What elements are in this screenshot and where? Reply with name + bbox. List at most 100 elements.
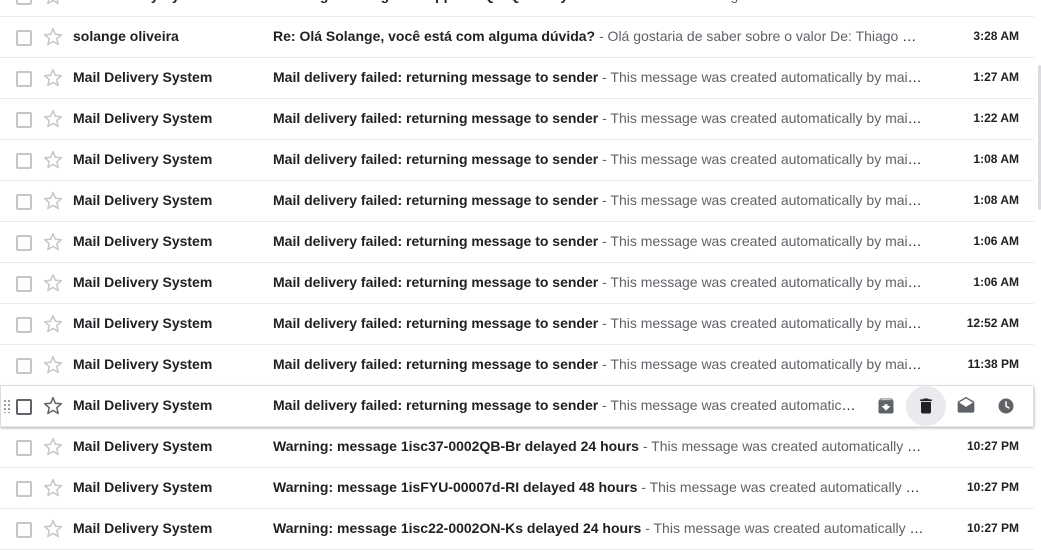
message-preview: Warning: message 1isc22-0002ON-Ks delaye… [273, 520, 924, 536]
message-snippet: - This message was created automatically… [602, 397, 859, 413]
message-time: 1:08 AM [973, 152, 1019, 166]
message-subject: Mail delivery failed: returning message … [273, 151, 599, 167]
message-row[interactable]: Mail Delivery System Warning: message 1i… [0, 509, 1034, 550]
message-row[interactable]: Mail Delivery System Mail delivery faile… [0, 58, 1034, 99]
select-checkbox[interactable] [16, 235, 32, 251]
message-subject: Re: Olá Solange, você está com alguma dú… [273, 28, 596, 44]
message-snippet: - This message was created automatically… [602, 315, 924, 331]
message-snippet: - This message was created automatically… [602, 356, 924, 372]
star-icon[interactable] [43, 0, 63, 6]
message-time: 1:08 AM [973, 193, 1019, 207]
message-row[interactable]: Mail Delivery System Mail delivery faile… [0, 140, 1034, 181]
scrollbar-track[interactable] [1037, 0, 1041, 542]
sender-name: Mail Delivery System [73, 151, 213, 167]
message-time: 1:06 AM [973, 275, 1019, 289]
select-checkbox[interactable] [16, 276, 32, 292]
message-time: 1:06 AM [973, 234, 1019, 248]
snooze-button[interactable] [986, 386, 1026, 426]
star-icon[interactable] [43, 396, 63, 416]
select-checkbox[interactable] [16, 112, 32, 128]
select-checkbox[interactable] [16, 153, 32, 169]
message-row[interactable]: Mail Delivery System Mail delivery faile… [0, 304, 1034, 345]
message-preview: Warning: message 1isc37-0002QB-Br delaye… [273, 438, 924, 454]
select-checkbox[interactable] [16, 71, 32, 87]
message-row[interactable]: Mail Delivery System Warning: message 1i… [0, 0, 1034, 17]
star-icon[interactable] [43, 150, 63, 170]
message-snippet: - This message was created automatically… [641, 479, 924, 495]
message-preview: Re: Olá Solange, você está com alguma dú… [273, 28, 924, 44]
star-icon[interactable] [43, 109, 63, 129]
drag-handle[interactable] [3, 399, 11, 413]
sender-name: Mail Delivery System [73, 233, 213, 249]
message-subject: Mail delivery failed: returning message … [273, 356, 599, 372]
message-snippet: - This message was created automatically… [647, 0, 924, 3]
sender-name: Mail Delivery System [73, 274, 213, 290]
message-row[interactable]: Mail Delivery System Mail delivery faile… [0, 181, 1034, 222]
message-subject: Mail delivery failed: returning message … [273, 274, 599, 290]
select-checkbox[interactable] [16, 0, 32, 5]
message-preview: Warning: message 1iZEqq-0004QH-Qh delaye… [273, 0, 924, 3]
star-icon[interactable] [43, 437, 63, 457]
select-checkbox[interactable] [16, 358, 32, 374]
message-snippet: - This message was created automatically… [602, 110, 924, 126]
message-row[interactable]: Mail Delivery System Mail delivery faile… [0, 345, 1034, 386]
message-row[interactable]: Mail Delivery System Warning: message 1i… [0, 427, 1034, 468]
star-icon[interactable] [43, 314, 63, 334]
archive-icon [876, 396, 896, 416]
message-snippet: - This message was created automatically… [602, 69, 924, 85]
message-preview: Mail delivery failed: returning message … [273, 151, 924, 167]
message-subject: Mail delivery failed: returning message … [273, 397, 599, 413]
select-checkbox[interactable] [16, 317, 32, 333]
star-icon[interactable] [43, 191, 63, 211]
delete-button[interactable] [906, 386, 946, 426]
select-checkbox[interactable] [16, 522, 32, 538]
select-checkbox[interactable] [16, 399, 32, 415]
select-checkbox[interactable] [16, 440, 32, 456]
sender-name: Mail Delivery System [73, 315, 213, 331]
message-snippet: - This message was created automatically… [645, 520, 924, 536]
message-time: 3:31 AM [973, 0, 1019, 2]
snooze-icon [996, 396, 1016, 416]
delete-icon [916, 396, 936, 416]
message-preview: Warning: message 1isFYU-00007d-RI delaye… [273, 479, 924, 495]
message-subject: Mail delivery failed: returning message … [273, 233, 599, 249]
sender-name: Mail Delivery System [73, 479, 213, 495]
message-time: 11:38 PM [967, 357, 1019, 371]
star-icon[interactable] [43, 519, 63, 539]
mark-as-read-button[interactable] [946, 386, 986, 426]
star-icon[interactable] [43, 478, 63, 498]
star-icon[interactable] [43, 232, 63, 252]
message-row[interactable]: Mail Delivery System Mail delivery faile… [0, 386, 1034, 427]
star-icon[interactable] [43, 355, 63, 375]
sender-name: Mail Delivery System [73, 520, 213, 536]
message-subject: Mail delivery failed: returning message … [273, 315, 599, 331]
message-subject: Mail delivery failed: returning message … [273, 110, 599, 126]
select-checkbox[interactable] [16, 30, 32, 46]
message-snippet: - This message was created automatically… [602, 192, 924, 208]
select-checkbox[interactable] [16, 194, 32, 210]
message-row[interactable]: Mail Delivery System Mail delivery faile… [0, 222, 1034, 263]
sender-name: solange oliveira [73, 28, 179, 44]
message-preview: Mail delivery failed: returning message … [273, 69, 924, 85]
message-preview: Mail delivery failed: returning message … [273, 315, 924, 331]
sender-name: Mail Delivery System [73, 356, 213, 372]
message-preview: Mail delivery failed: returning message … [273, 397, 859, 413]
message-row[interactable]: Mail Delivery System Mail delivery faile… [0, 263, 1034, 304]
message-subject: Mail delivery failed: returning message … [273, 192, 599, 208]
message-time: 1:22 AM [973, 111, 1019, 125]
message-time: 12:52 AM [966, 316, 1019, 330]
message-row[interactable]: Mail Delivery System Mail delivery faile… [0, 99, 1034, 140]
archive-button[interactable] [866, 386, 906, 426]
sender-name: Mail Delivery System [73, 69, 213, 85]
star-icon[interactable] [43, 27, 63, 47]
star-icon[interactable] [43, 273, 63, 293]
row-actions [866, 386, 1026, 426]
message-row[interactable]: Mail Delivery System Warning: message 1i… [0, 468, 1034, 509]
star-icon[interactable] [43, 68, 63, 88]
message-time: 10:27 PM [966, 521, 1019, 535]
message-subject: Warning: message 1isFYU-00007d-RI delaye… [273, 479, 638, 495]
select-checkbox[interactable] [16, 481, 32, 497]
message-subject: Warning: message 1iZEqq-0004QH-Qh delaye… [273, 0, 647, 3]
sender-name: Mail Delivery System [73, 192, 213, 208]
message-row[interactable]: solange oliveira Re: Olá Solange, você e… [0, 17, 1034, 58]
